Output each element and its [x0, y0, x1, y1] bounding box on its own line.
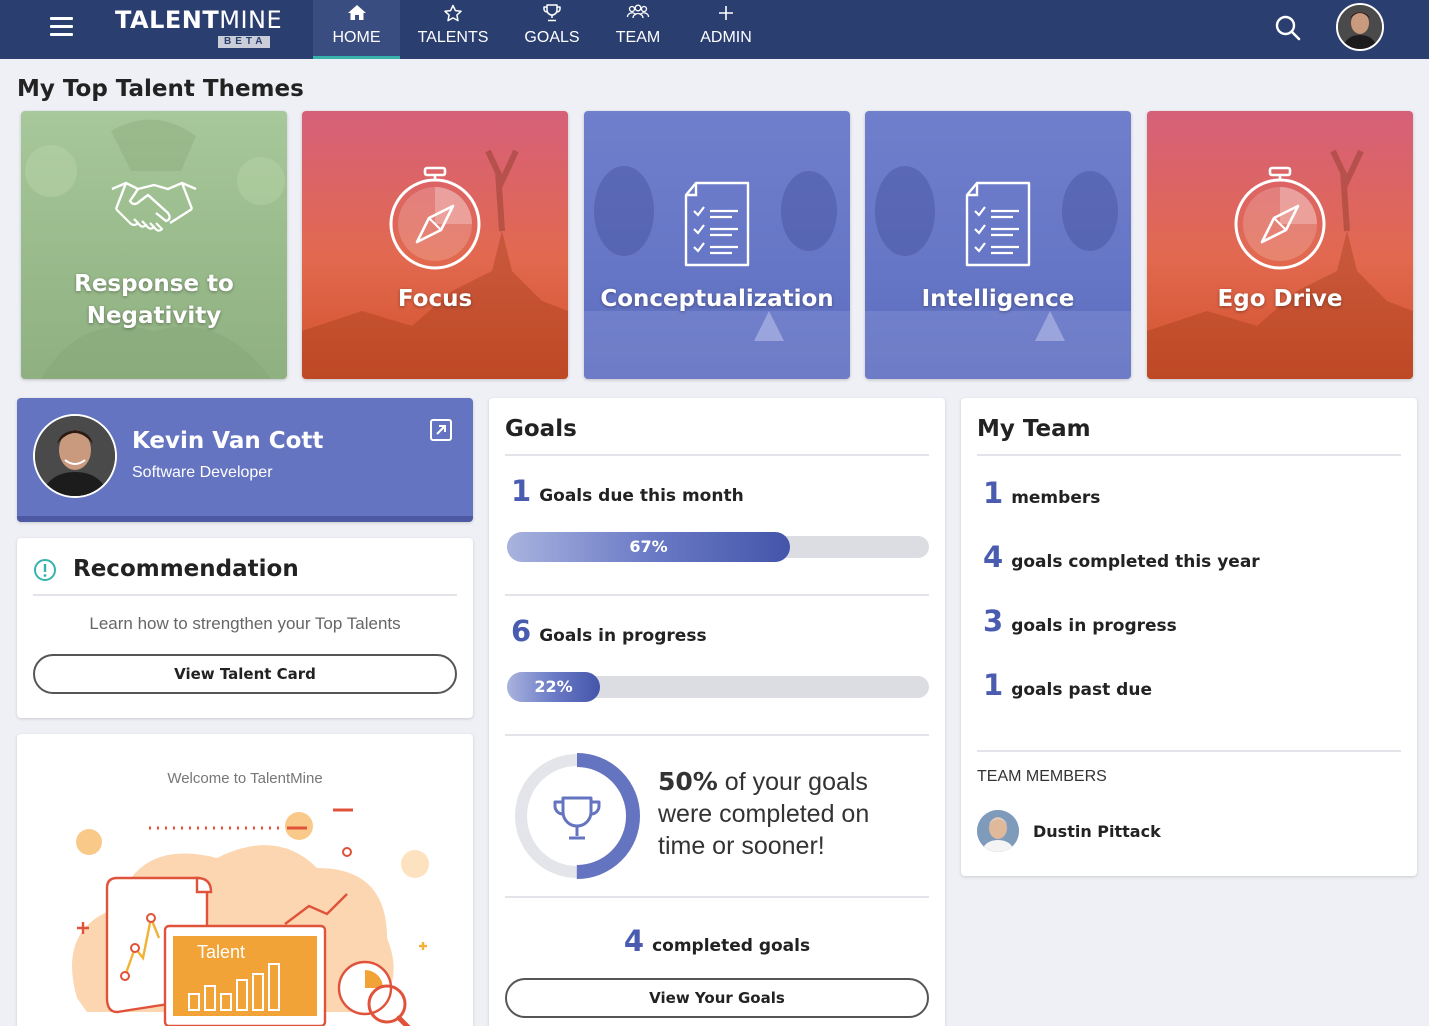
ontime-summary: 50% of your goals were completed on time…	[658, 766, 908, 862]
team-members-label: TEAM MEMBERS	[977, 768, 1107, 785]
checklist-icon	[584, 181, 850, 272]
handshake-icon	[21, 175, 287, 244]
talentmine-logo[interactable]: TALENTMINE BETA	[115, 6, 282, 48]
search-icon[interactable]	[1274, 14, 1302, 42]
talent-card-response-to-negativity[interactable]: Response to Negativity	[21, 111, 287, 379]
compass-stopwatch-icon	[1147, 166, 1413, 275]
nav-home[interactable]: HOME	[313, 0, 400, 59]
trophy-icon	[553, 796, 601, 840]
user-avatar[interactable]	[1336, 3, 1384, 51]
profile-avatar	[33, 414, 117, 498]
trophy-icon	[516, 0, 588, 26]
completed-goals-count: 4	[623, 924, 645, 958]
goals-inprogress-label: Goals in progress	[539, 626, 707, 646]
talent-card-name: Intelligence	[921, 286, 1075, 312]
nav-talents[interactable]: TALENTS	[410, 0, 496, 59]
welcome-panel: Welcome to TalentMine Talent	[17, 734, 473, 1026]
goals-panel: Goals 1 Goals due this month 67% 6 Goals i…	[489, 398, 945, 1026]
talent-card-name: Focus	[397, 286, 473, 312]
beta-badge: BETA	[218, 36, 271, 48]
profile-role: Software Developer	[132, 464, 273, 481]
member-name: Dustin Pittack	[1033, 822, 1161, 841]
team-icon	[608, 0, 668, 26]
completed-goals-label: completed goals	[652, 936, 811, 956]
talent-card-conceptualization[interactable]: Conceptualization	[584, 111, 850, 379]
view-talent-card-button[interactable]: View Talent Card	[33, 654, 457, 694]
goals-inprogress-progress-bar: 22%	[507, 672, 929, 702]
top-nav: TALENTMINE BETA HOME TALENTS GOALS TEAM …	[0, 0, 1429, 59]
svg-text:Talent: Talent	[197, 942, 245, 962]
recommendation-description: Learn how to strengthen your Top Talents	[89, 614, 401, 633]
team-stat-goals-in-progress: 3 goals in progress	[983, 604, 1177, 638]
profile-card: Kevin Van Cott Software Developer	[17, 398, 473, 522]
goals-due-progress-bar: 67%	[507, 532, 929, 562]
goals-title: Goals	[505, 416, 929, 456]
info-icon	[33, 558, 57, 587]
member-avatar	[977, 810, 1019, 852]
my-team-panel: My Team 1 members 4 goals completed this y…	[961, 398, 1417, 876]
team-title: My Team	[977, 416, 1401, 456]
team-stat-goals-past-due: 1 goals past due	[983, 668, 1152, 702]
compass-stopwatch-icon	[302, 166, 568, 275]
goals-due-stat: 1 Goals due this month	[511, 474, 744, 508]
talent-card-name: Response to Negativity	[74, 271, 234, 329]
hamburger-menu-icon[interactable]	[50, 17, 73, 37]
view-your-goals-button[interactable]: View Your Goals	[505, 978, 929, 1018]
ontime-donut-chart	[514, 753, 640, 879]
goals-inprogress-count: 6	[511, 614, 532, 648]
goals-due-progress-fill: 67%	[507, 532, 790, 562]
recommendation-panel: Recommendation Learn how to strengthen y…	[17, 538, 473, 718]
recommendation-title: Recommendation	[73, 556, 299, 582]
talent-card-name: Conceptualization	[600, 286, 834, 312]
goals-due-count: 1	[511, 474, 532, 508]
talent-analytics-illustration: Talent	[72, 808, 429, 1026]
external-link-icon[interactable]	[429, 418, 453, 442]
section-title-top-talents: My Top Talent Themes	[17, 76, 304, 102]
nav-admin[interactable]: ADMIN	[690, 0, 762, 59]
checklist-icon	[865, 181, 1131, 272]
talent-card-intelligence[interactable]: Intelligence	[865, 111, 1131, 379]
talent-card-ego-drive[interactable]: Ego Drive	[1147, 111, 1413, 379]
team-stat-members: 1 members	[983, 476, 1101, 510]
team-stat-goals-completed: 4 goals completed this year	[983, 540, 1260, 574]
talent-card-focus[interactable]: Focus	[302, 111, 568, 379]
goals-inprogress-stat: 6 Goals in progress	[511, 614, 707, 648]
home-icon	[313, 0, 400, 26]
talent-card-name: Ego Drive	[1217, 286, 1343, 312]
nav-goals[interactable]: GOALS	[516, 0, 588, 59]
ontime-percent: 50%	[658, 767, 718, 796]
plus-icon	[690, 0, 762, 26]
nav-team[interactable]: TEAM	[608, 0, 668, 59]
profile-name: Kevin Van Cott	[132, 428, 324, 454]
goals-due-label: Goals due this month	[539, 486, 744, 506]
goals-inprogress-progress-fill: 22%	[507, 672, 600, 702]
star-icon	[410, 0, 496, 26]
welcome-text: Welcome to TalentMine	[167, 770, 323, 787]
completed-goals-stat: 4 completed goals	[489, 924, 945, 958]
